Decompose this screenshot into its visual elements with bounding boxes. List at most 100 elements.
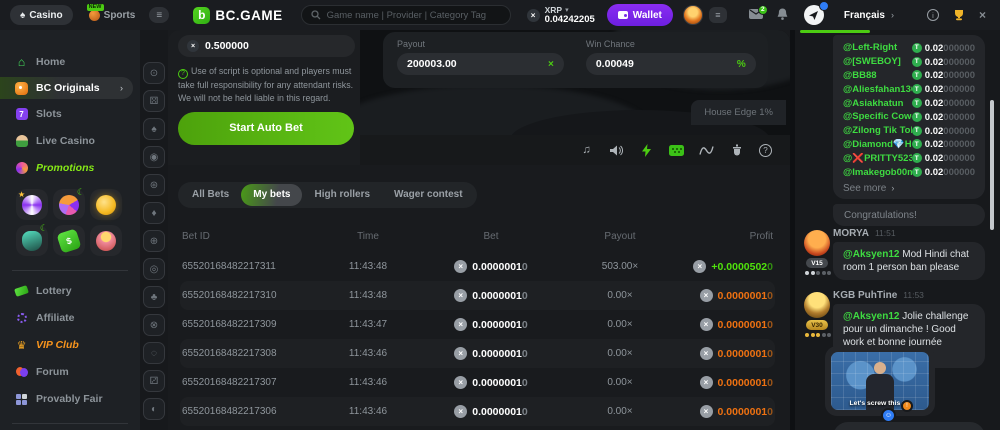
game-shortcut-icon[interactable]: ◌ [143, 342, 165, 364]
tip-row[interactable]: @Asiakhatun T 0.02000000 [843, 96, 975, 110]
sidebar-item-provably-fair[interactable]: Provably Fair [0, 387, 140, 411]
sidebar-item-bc-originals[interactable]: BC Originals › [0, 77, 133, 99]
avatar[interactable] [683, 5, 703, 25]
clear-icon[interactable]: × [548, 59, 554, 70]
payout-field[interactable]: × [397, 53, 564, 75]
chat-toggle-button[interactable] [804, 5, 824, 25]
sports-toggle[interactable]: NEW Sports [89, 10, 136, 21]
tip-row[interactable]: @Diamond💎Hu… T 0.02000000 [843, 138, 975, 152]
tip-row[interactable]: @BB88 T 0.02000000 [843, 69, 975, 83]
turbo-icon[interactable] [639, 143, 654, 158]
help-icon[interactable]: ? [759, 144, 772, 157]
search-bar[interactable] [301, 5, 511, 25]
tip-username[interactable]: @Aliesfahan1363 [843, 84, 912, 95]
tip-row[interactable]: @Imakegob00m… T 0.02000000 [843, 165, 975, 179]
sidebar-item-slots[interactable]: 7 Slots [0, 102, 140, 126]
sidebar-item-promotions[interactable]: Promotions [0, 156, 140, 180]
info-button[interactable]: i [927, 9, 939, 21]
tip-row[interactable]: @Left-Right T 0.02000000 [843, 41, 975, 55]
sidebar-item-live-casino[interactable]: Live Casino [0, 129, 140, 153]
sidebar-item-affiliate[interactable]: Affiliate [0, 306, 140, 330]
promo-spin-icon[interactable] [16, 189, 48, 220]
music-icon[interactable]: ♫ [579, 143, 594, 158]
wallet-button[interactable]: Wallet [607, 4, 673, 26]
tip-row[interactable]: @[SWEBOY] T 0.02000000 [843, 55, 975, 69]
table-row[interactable]: 65520168482217308 11:43:46 × 0.00000010 … [180, 339, 775, 368]
promo-piggy-icon[interactable] [90, 189, 122, 220]
tab-wager-contest[interactable]: Wager contest [382, 184, 475, 206]
tip-username[interactable]: @Specific Cowden [843, 111, 912, 122]
game-shortcut-icon[interactable]: ◎ [143, 258, 165, 280]
game-shortcut-icon[interactable]: ⊕ [143, 230, 165, 252]
table-row[interactable]: 65520168482217310 11:43:48 × 0.00000010 … [180, 281, 775, 310]
table-row[interactable]: 65520168482217307 11:43:46 × 0.00000010 … [180, 368, 775, 397]
seed-icon[interactable] [729, 143, 744, 158]
game-shortcut-icon[interactable]: ⊗ [143, 314, 165, 336]
tip-username[interactable]: @Imakegob00m… [843, 167, 912, 178]
game-shortcut-icon[interactable]: ♦ [143, 202, 165, 224]
notifications-button[interactable] [777, 8, 788, 23]
close-icon[interactable]: × [979, 8, 986, 22]
game-shortcut-icon[interactable]: ⊛ [143, 174, 165, 196]
search-input[interactable] [327, 10, 501, 21]
chat-scrollbar[interactable] [990, 100, 994, 230]
tip-row[interactable]: @Specific Cowden T 0.02000000 [843, 110, 975, 124]
game-shortcut-icon[interactable]: ⊙ [143, 62, 165, 84]
game-shortcut-icon[interactable]: ◉ [143, 146, 165, 168]
tip-username[interactable]: @Zilong Tik Tok [843, 125, 912, 136]
promo-tag-icon[interactable]: $ [53, 225, 85, 256]
bet-amount-input[interactable] [205, 40, 305, 52]
table-row[interactable]: 65520168482217306 11:43:46 × 0.00000010 … [180, 397, 775, 426]
trophy-button[interactable] [953, 9, 965, 21]
table-row[interactable]: 65520168482217309 11:43:47 × 0.00000010 … [180, 310, 775, 339]
tip-username[interactable]: @[SWEBOY] [843, 56, 901, 67]
sidebar-item-vip-club[interactable]: ♛ VIP Club [0, 333, 140, 357]
table-row[interactable]: 65520168482217311 11:43:48 × 0.00000010 … [180, 252, 775, 281]
game-shortcut-icon[interactable]: ◐ [143, 398, 165, 420]
game-shortcut-icon[interactable]: ♠ [143, 118, 165, 140]
hotkeys-icon[interactable] [669, 143, 684, 158]
sound-icon[interactable] [609, 143, 624, 158]
promo-rocket-icon[interactable] [16, 225, 48, 256]
chat-username[interactable]: KGB PuhTine [833, 290, 897, 301]
nav-menu-button[interactable]: ≡ [149, 7, 169, 23]
emoji-reaction-icon[interactable]: ! [901, 400, 913, 412]
tip-username[interactable]: @Left-Right [843, 42, 897, 53]
see-more-link[interactable]: See more› [843, 183, 975, 194]
game-shortcut-icon[interactable]: ⚂ [143, 370, 165, 392]
payout-input[interactable] [407, 58, 548, 70]
casino-toggle[interactable]: ♠ Casino [10, 5, 73, 25]
mention[interactable]: @Aksyen12 [843, 311, 899, 322]
trends-icon[interactable] [699, 143, 714, 158]
currency-selector[interactable]: × XRP▾ 0.04242205 [527, 6, 595, 24]
messages-button[interactable]: 2 [749, 9, 763, 22]
chat-input[interactable] [833, 422, 985, 430]
win-chance-field[interactable]: % [586, 53, 756, 75]
promo-wheel-icon[interactable] [53, 189, 85, 220]
tip-username[interactable]: @BB88 [843, 70, 877, 81]
tip-username[interactable]: @❌PRITTY5233❌ [843, 153, 912, 164]
tab-all-bets[interactable]: All Bets [180, 184, 241, 206]
language-selector[interactable]: Français › [844, 10, 894, 21]
profile-menu-button[interactable]: ≡ [709, 7, 727, 23]
tip-username[interactable]: @Diamond💎Hu… [843, 139, 912, 150]
tip-row[interactable]: @Zilong Tik Tok T 0.02000000 [843, 124, 975, 138]
start-auto-bet-button[interactable]: Start Auto Bet [178, 112, 354, 145]
tab-my-bets[interactable]: My bets [241, 184, 302, 206]
tip-username[interactable]: @Asiakhatun [843, 98, 903, 109]
avatar[interactable] [804, 292, 830, 318]
sidebar-item-forum[interactable]: Forum [0, 360, 140, 384]
avatar[interactable] [804, 230, 830, 256]
tip-row[interactable]: @Aliesfahan1363 T 0.02000000 [843, 82, 975, 96]
chat-username[interactable]: MORYA [833, 228, 869, 239]
tip-row[interactable]: @❌PRITTY5233❌ T 0.02000000 [843, 151, 975, 165]
emoji-reaction-icon[interactable]: ☺ [881, 408, 896, 423]
mention[interactable]: @Aksyen12 [843, 249, 899, 260]
win-chance-input[interactable] [596, 58, 737, 70]
sidebar-item-home[interactable]: ⌂ Home [0, 50, 140, 74]
bet-amount-field[interactable]: × [178, 35, 355, 57]
game-shortcut-icon[interactable]: ♣ [143, 286, 165, 308]
game-shortcut-icon[interactable]: ⚄ [143, 90, 165, 112]
sidebar-item-lottery[interactable]: Lottery [0, 279, 140, 303]
chat-image[interactable]: Let's screw this up [831, 352, 929, 410]
